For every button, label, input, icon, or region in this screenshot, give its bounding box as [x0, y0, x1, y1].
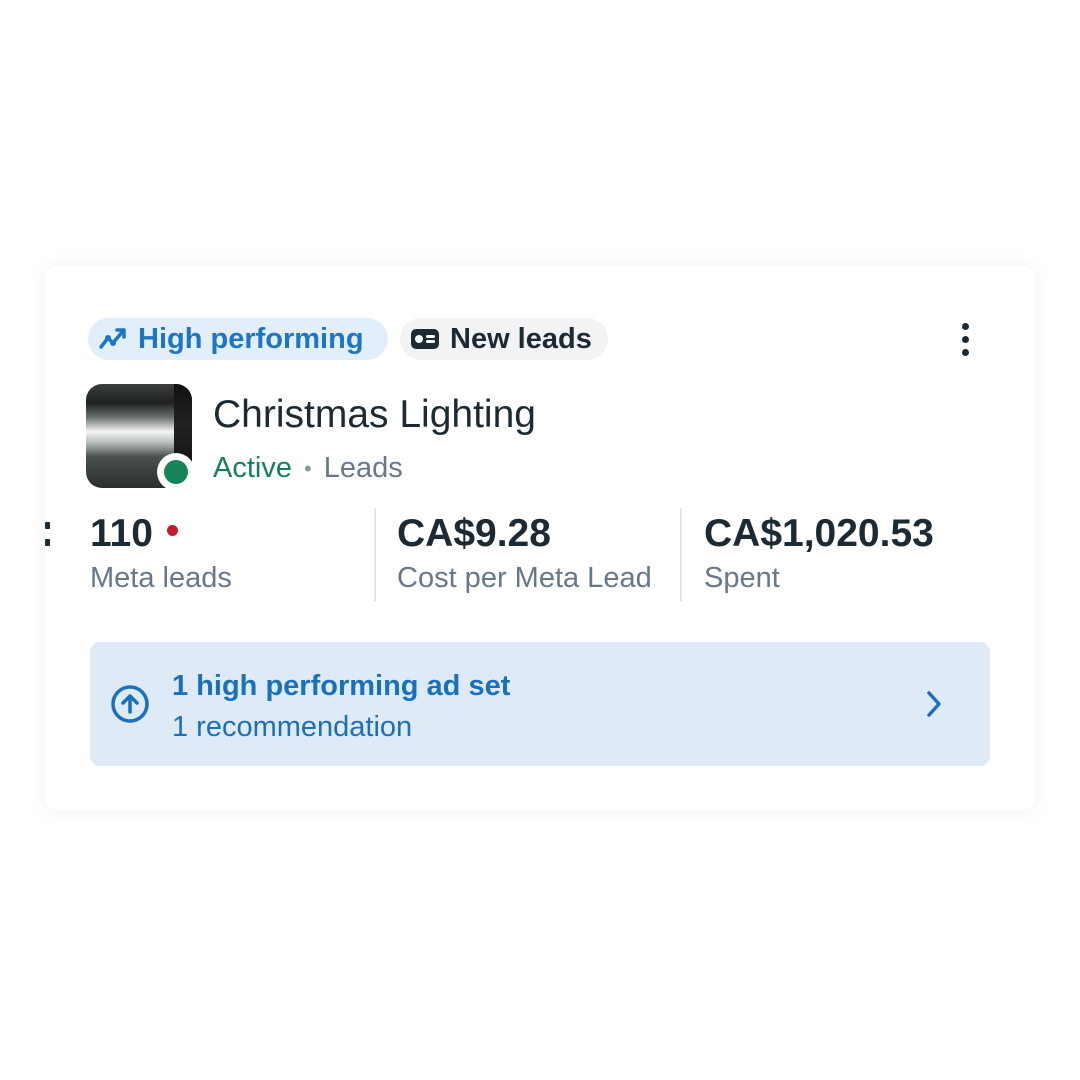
metric-label: Spent — [704, 562, 780, 594]
recommendation-count: 1 recommendation — [172, 711, 413, 743]
recommendation-title: 1 high performing ad set — [172, 670, 511, 702]
scroll-handle — [45, 522, 50, 546]
more-options-button[interactable] — [947, 318, 983, 360]
campaign-objective: Leads — [323, 452, 403, 484]
new-indicator-dot — [166, 524, 178, 536]
campaign-title[interactable]: Christmas Lighting — [213, 393, 536, 437]
metric-divider — [374, 508, 376, 601]
separator-dot: • — [303, 455, 312, 481]
metric-value: 110 — [90, 512, 153, 555]
active-status-dot — [157, 453, 195, 491]
chevron-right-icon — [924, 689, 944, 724]
metric-spent[interactable]: CA$1,020.53 Spent — [704, 512, 934, 595]
high-performing-tag: High performing — [88, 318, 388, 360]
metric-meta-leads[interactable]: 110 Meta leads — [90, 512, 232, 595]
page: High performing New leads Christmas Ligh… — [0, 0, 1080, 1080]
campaign-status: Active — [213, 452, 292, 484]
campaign-subtitle: Active • Leads — [213, 452, 403, 485]
metric-cost-per-lead[interactable]: CA$9.28 Cost per Meta Lead — [397, 512, 652, 595]
lead-card-icon — [410, 327, 440, 351]
high-performing-label: High performing — [138, 322, 364, 355]
metric-value: CA$1,020.53 — [704, 512, 934, 555]
metric-value: CA$9.28 — [397, 512, 551, 555]
more-vertical-icon — [961, 322, 969, 330]
recommendation-banner[interactable]: 1 high performing ad set 1 recommendatio… — [90, 642, 990, 766]
arrow-up-circle-icon — [110, 684, 150, 729]
metric-divider — [680, 508, 682, 601]
metric-label: Meta leads — [90, 562, 232, 594]
new-leads-label: New leads — [450, 322, 592, 355]
metric-label: Cost per Meta Lead — [397, 562, 652, 594]
trend-up-icon — [98, 326, 128, 352]
new-leads-tag: New leads — [400, 318, 608, 360]
